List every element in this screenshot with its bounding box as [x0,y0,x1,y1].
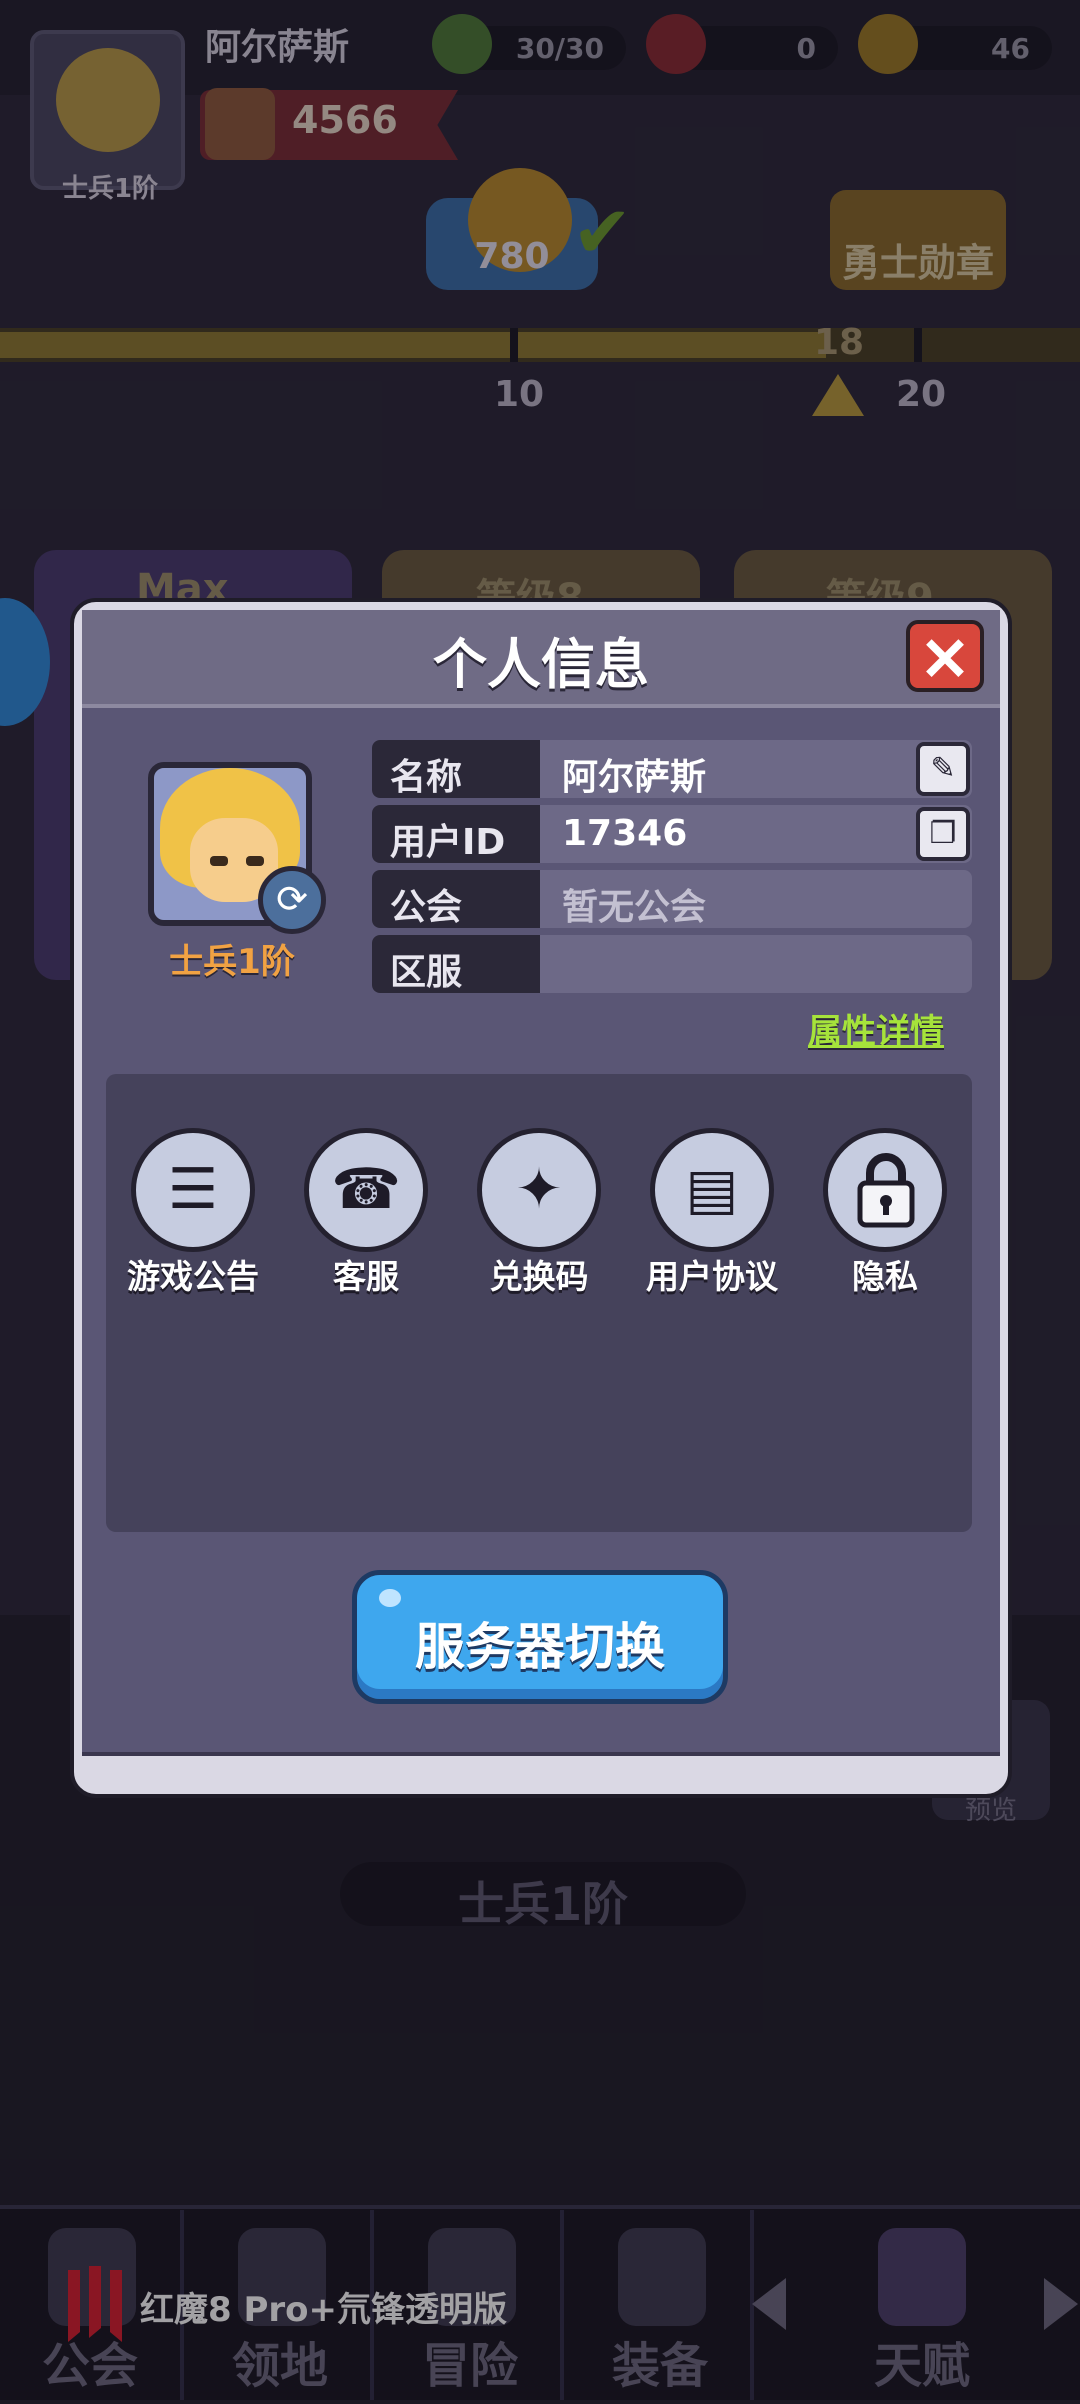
info-key: 用户ID [390,822,506,863]
menu-item-user-agreement[interactable]: ▤ 用户协议 [637,1124,787,1296]
pencil-icon: ✎ [930,751,956,786]
privacy-lock-icon [857,1153,915,1228]
user-agreement-icon: ▤ [685,1157,739,1222]
refresh-icon: ⟳ [276,877,308,921]
announcement-icon: ☰ [167,1157,219,1222]
info-row-name: 名称 阿尔萨斯 ✎ [372,740,972,798]
info-value-user-id: 17346 [562,813,688,854]
menu-item-customer-service[interactable]: ☎ 客服 [291,1124,441,1296]
menu-item-label: 用户协议 [646,1257,778,1296]
switch-server-label: 服务器切换 [415,1618,665,1676]
info-value-guild: 暂无公会 [562,887,707,928]
info-row-user-id: 用户ID 17346 ❐ [372,805,972,863]
info-key: 名称 [390,757,463,798]
info-row-server: 区服 [372,935,972,993]
switch-server-button[interactable]: 服务器切换 [352,1570,728,1704]
profile-rank: 士兵1阶 [169,942,295,982]
info-row-guild: 公会 暂无公会 [372,870,972,928]
menu-item-label: 客服 [333,1257,399,1296]
info-key: 区服 [390,952,463,993]
menu-item-privacy[interactable]: 隐私 [810,1124,960,1296]
change-avatar-button[interactable]: ⟳ [258,866,326,934]
menu-item-announcements[interactable]: ☰ 游戏公告 [118,1124,268,1296]
menu-item-gift-code[interactable]: ✦ 兑换码 [464,1124,614,1296]
edit-name-button[interactable]: ✎ [916,742,970,796]
copy-id-button[interactable]: ❐ [916,807,970,861]
close-icon: ✕ [919,626,971,693]
customer-service-icon: ☎ [331,1157,401,1222]
menu-item-label: 游戏公告 [127,1257,259,1296]
close-button[interactable]: ✕ [906,620,984,693]
info-key: 公会 [390,887,463,928]
dialog-title: 个人信息 [433,633,649,696]
menu-item-label: 兑换码 [489,1257,589,1296]
copy-icon: ❐ [929,816,957,851]
gift-code-icon: ✦ [515,1157,563,1222]
info-value-name: 阿尔萨斯 [562,757,707,798]
attribute-details-link[interactable]: 属性详情 [808,1004,944,1053]
menu-item-label: 隐私 [852,1257,918,1296]
